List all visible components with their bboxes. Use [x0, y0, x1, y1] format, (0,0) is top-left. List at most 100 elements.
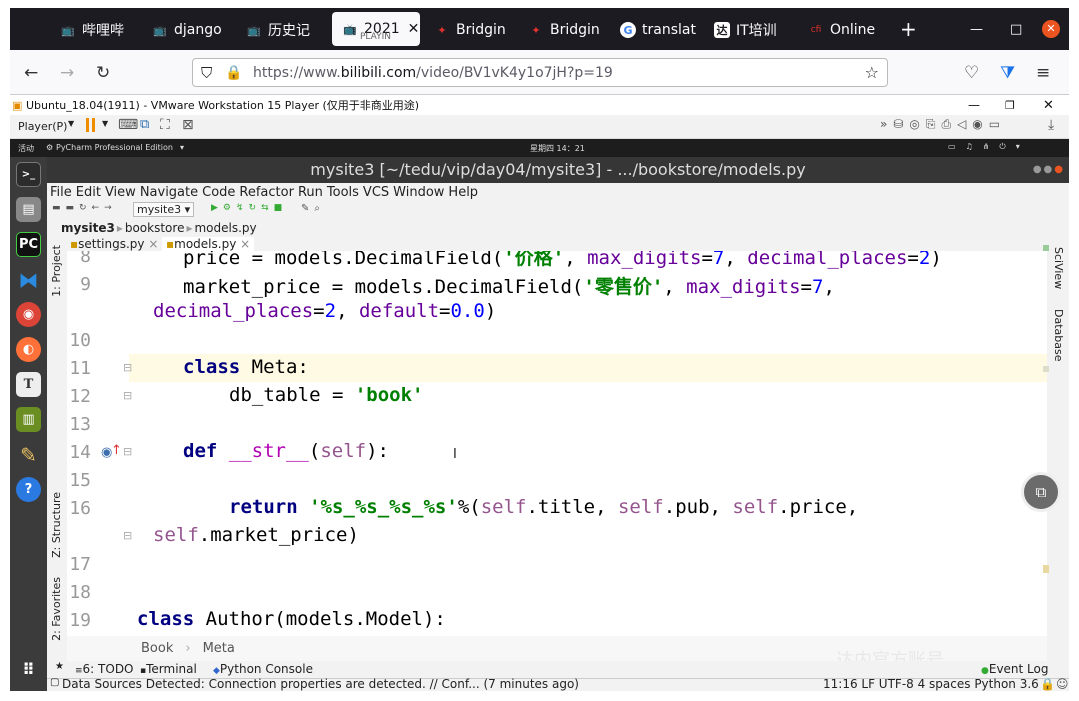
pycharm-icon[interactable]: PC: [16, 232, 41, 257]
menu-window[interactable]: Window: [393, 185, 444, 200]
browser-tab[interactable]: Gtranslat: [610, 12, 702, 48]
browser-tab-active[interactable]: 📺 2021 PLAYIN ✕: [332, 12, 420, 46]
status-right-info[interactable]: 11:16 LF UTF-8 4 spaces Python 3.6: [823, 677, 1039, 691]
system-tray-icons[interactable]: ▭♫⋔⏻▾: [948, 142, 1030, 152]
python-console-tool-tab[interactable]: ◆Python Console: [213, 662, 313, 676]
fold-icon[interactable]: ⊟: [123, 529, 132, 542]
close-tab-icon[interactable]: ✕: [408, 21, 420, 37]
terminal-tool-tab[interactable]: ▪Terminal: [140, 662, 197, 676]
app-menu[interactable]: PyCharm Professional Edition: [56, 143, 173, 152]
menu-vcs[interactable]: VCS: [363, 185, 389, 200]
terminal-icon[interactable]: >_: [16, 162, 41, 187]
lock-status-icon[interactable]: 🔒: [1040, 677, 1055, 691]
database-tool-tab[interactable]: Database: [1052, 309, 1065, 362]
chevron-down-icon[interactable]: ▼: [102, 119, 108, 128]
tab-settings-py[interactable]: ▪settings.py ×: [70, 237, 158, 251]
fold-icon[interactable]: ⊟: [123, 361, 132, 374]
new-tab-icon[interactable]: +: [900, 17, 917, 41]
firefox-icon[interactable]: ◐: [16, 337, 41, 362]
favorites-tool-tab[interactable]: 2: Favorites: [50, 577, 63, 641]
vm-close-icon[interactable]: ✕: [1043, 98, 1054, 113]
book-icon[interactable]: ▥: [16, 407, 41, 432]
player-menu[interactable]: Player(P): [18, 120, 67, 133]
chrome-icon[interactable]: ◉: [16, 302, 41, 327]
fold-icon[interactable]: ⊟: [123, 445, 132, 458]
browser-tab[interactable]: ✦ Bridgin: [424, 12, 516, 48]
status-message[interactable]: Data Sources Detected: Connection proper…: [62, 677, 579, 691]
app-menu-chevron-icon[interactable]: ▾: [180, 143, 184, 152]
menu-view[interactable]: View: [105, 185, 136, 200]
activities-button[interactable]: 活动: [18, 143, 34, 154]
breadcrumb-folder[interactable]: bookstore: [125, 221, 185, 235]
menu-file[interactable]: File: [50, 185, 72, 200]
fullscreen-icon[interactable]: ⛶: [160, 117, 170, 133]
maximize-icon[interactable]: □: [1010, 22, 1022, 37]
menu-refactor[interactable]: Refactor: [239, 185, 294, 200]
browser-tab[interactable]: 📺 django: [142, 12, 232, 48]
hamburger-menu-icon[interactable]: ≡: [1036, 63, 1050, 83]
unity-icon[interactable]: ⧉: [140, 117, 149, 132]
menu-navigate[interactable]: Navigate: [140, 185, 198, 200]
browser-tab[interactable]: ✦ Bridgin: [518, 12, 610, 48]
run-config-select[interactable]: mysite3 ▾: [133, 202, 195, 217]
lock-icon[interactable]: 🔒: [225, 65, 242, 81]
vm-restore-icon[interactable]: ❐: [1005, 99, 1015, 112]
pocket-icon[interactable]: ♡: [964, 63, 979, 83]
close-window-icon[interactable]: ✕: [1042, 20, 1060, 38]
menu-help[interactable]: Help: [448, 185, 478, 200]
event-log-tool-tab[interactable]: ●Event Log: [981, 662, 1048, 676]
forward-icon[interactable]: →: [60, 63, 74, 83]
browser-tab[interactable]: 📺 哔哩哔: [50, 12, 140, 48]
close-icon[interactable]: ×: [240, 237, 250, 251]
menu-run[interactable]: Run: [298, 185, 323, 200]
vm-device-icons[interactable]: »⛁◎⎘⎙◁◉▭: [880, 117, 1006, 132]
picture-in-picture-button[interactable]: ⧉: [1021, 472, 1061, 512]
typora-icon[interactable]: T: [16, 372, 41, 397]
menu-tools[interactable]: Tools: [327, 185, 359, 200]
line-number: 13: [69, 414, 91, 435]
vscode-icon[interactable]: ⧓: [16, 267, 41, 292]
overrides-arrow-icon[interactable]: ↑: [111, 443, 122, 458]
back-icon[interactable]: ←: [24, 63, 38, 83]
inspector-icon[interactable]: ☺: [1056, 677, 1069, 691]
chevron-down-icon[interactable]: ▼: [68, 119, 74, 128]
minimize-icon[interactable]: —: [970, 22, 983, 37]
todo-tool-tab[interactable]: ≡6: TODO: [75, 662, 134, 676]
breadcrumb-project[interactable]: mysite3: [61, 221, 115, 235]
help-icon[interactable]: ?: [16, 477, 41, 502]
browser-tab[interactable]: 达 IT培训: [704, 12, 796, 48]
vm-download-icon[interactable]: ⤓: [1048, 117, 1054, 133]
url-text[interactable]: https://www.bilibili.com/video/BV1vK4y1o…: [253, 65, 613, 81]
menu-code[interactable]: Code: [202, 185, 235, 200]
run-debug-icons[interactable]: ▶⚙↯↻⇆■: [211, 203, 287, 213]
toolbar-file-icons[interactable]: ▬▬↻←→: [52, 203, 117, 213]
sciview-tool-tab[interactable]: SciView: [1052, 247, 1065, 289]
extension-icon[interactable]: ⧩: [1000, 63, 1015, 83]
reload-icon[interactable]: ↻: [96, 63, 110, 83]
browser-tab[interactable]: 📺 历史记: [236, 12, 326, 48]
brush-icon[interactable]: ✎: [16, 442, 41, 467]
clock[interactable]: 星期四 14：21: [530, 143, 585, 154]
window-controls-icon[interactable]: ●●●: [1033, 157, 1065, 183]
settings-search-icons[interactable]: ✎⌕: [301, 203, 325, 214]
vm-minimize-icon[interactable]: —: [968, 98, 980, 112]
url-bar[interactable]: ⛉ 🔒 https://www.bilibili.com/video/BV1vK…: [192, 58, 888, 87]
pycharm-toolbar: ▬▬↻←→ mysite3 ▾ ▶⚙↯↻⇆■ ✎⌕: [47, 202, 1069, 219]
structure-tool-tab[interactable]: Z: Structure: [50, 492, 63, 558]
fold-icon[interactable]: ⊟: [123, 389, 132, 402]
shield-icon[interactable]: ⛉: [201, 64, 212, 82]
exit-unity-icon[interactable]: ⊠: [182, 117, 194, 133]
show-apps-icon[interactable]: ⠿: [16, 657, 41, 682]
menu-edit[interactable]: Edit: [76, 185, 101, 200]
files-icon[interactable]: ▤: [16, 197, 41, 222]
breadcrumb-file[interactable]: models.py: [194, 221, 256, 235]
project-tool-tab[interactable]: 1: Project: [50, 245, 63, 297]
code-editor[interactable]: 8 9 10 11 12 13 14 15 16 17 18 19 ⊟ ⊟ ◉ …: [67, 251, 1047, 636]
browser-tab[interactable]: cfi Online: [798, 12, 890, 48]
pause-icon[interactable]: [86, 118, 89, 132]
editor-crumb-inner[interactable]: Meta: [203, 641, 235, 656]
bookmark-star-icon[interactable]: ☆: [865, 63, 879, 82]
close-icon[interactable]: ×: [148, 237, 158, 251]
editor-crumb-class[interactable]: Book: [141, 641, 173, 656]
send-keys-icon[interactable]: ⌨: [118, 117, 138, 133]
